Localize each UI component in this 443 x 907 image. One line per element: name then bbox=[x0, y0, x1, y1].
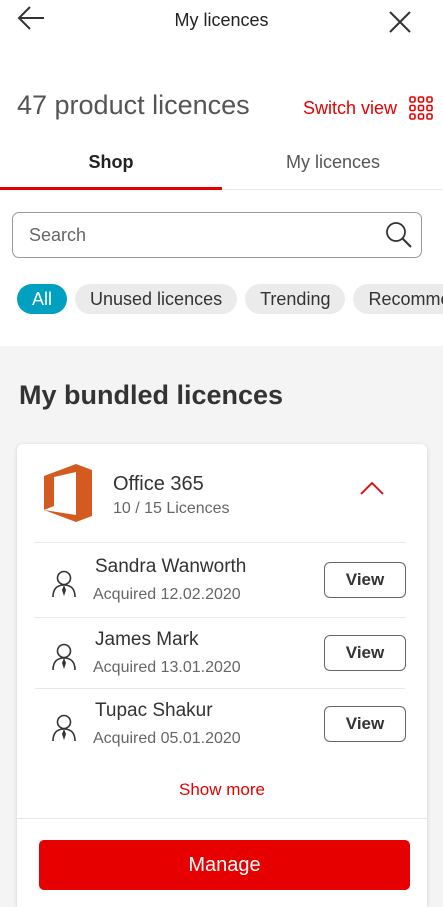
office-logo-icon bbox=[44, 464, 92, 522]
page-title: My licences bbox=[174, 10, 269, 30]
view-button[interactable]: View bbox=[324, 562, 406, 598]
filter-chip-unused-licences[interactable]: Unused licences bbox=[75, 284, 238, 314]
view-button[interactable]: View bbox=[324, 635, 406, 671]
list-item: James Mark Acquired 13.01.2020 View bbox=[17, 617, 427, 689]
filter-chips: AllUnused licencesTrendingRecommended bbox=[17, 284, 443, 314]
list-item: Sandra Wanworth Acquired 12.02.2020 View bbox=[17, 544, 427, 616]
product-name: Office 365 bbox=[113, 473, 204, 495]
show-more-link[interactable]: Show more bbox=[17, 780, 427, 800]
tab-my-licences[interactable]: My licences bbox=[222, 140, 443, 190]
acquired-date: Acquired 12.02.2020 bbox=[93, 586, 241, 603]
divider bbox=[35, 542, 405, 543]
user-name: Sandra Wanworth bbox=[95, 556, 247, 577]
search-icon[interactable] bbox=[385, 221, 413, 249]
acquired-date: Acquired 13.01.2020 bbox=[93, 659, 241, 676]
tab-bar: Shop My licences bbox=[0, 140, 443, 190]
tab-shop[interactable]: Shop bbox=[0, 140, 222, 190]
search-input[interactable] bbox=[29, 222, 369, 248]
switch-view-label: Switch view bbox=[303, 97, 398, 118]
manage-button[interactable]: Manage bbox=[39, 840, 410, 890]
licence-count: 47 product licences bbox=[17, 90, 250, 120]
user-name: Tupac Shakur bbox=[95, 700, 213, 721]
header-bar: My licences bbox=[0, 0, 443, 44]
divider bbox=[17, 818, 427, 819]
filter-chip-all[interactable]: All bbox=[17, 284, 68, 314]
acquired-date: Acquired 05.01.2020 bbox=[93, 730, 241, 747]
chevron-up-icon[interactable] bbox=[357, 474, 387, 500]
product-licence-count: 10 / 15 Licences bbox=[113, 500, 230, 517]
user-icon bbox=[52, 570, 76, 598]
top-panel: My licences 47 product licences Switch v… bbox=[0, 0, 443, 346]
search-box bbox=[12, 212, 422, 258]
close-icon[interactable] bbox=[384, 6, 416, 38]
filter-chip-recommended[interactable]: Recommended bbox=[353, 284, 443, 314]
user-icon bbox=[52, 714, 76, 742]
user-name: James Mark bbox=[95, 629, 199, 650]
user-icon bbox=[52, 643, 76, 671]
product-card: Office 365 10 / 15 Licences Sandra Wanwo… bbox=[17, 444, 427, 907]
switch-view-button[interactable]: Switch view bbox=[303, 96, 433, 120]
grid-icon bbox=[409, 96, 433, 120]
section-title: My bundled licences bbox=[19, 380, 284, 410]
view-button[interactable]: View bbox=[324, 706, 406, 742]
list-item: Tupac Shakur Acquired 05.01.2020 View bbox=[17, 688, 427, 760]
filter-chip-trending[interactable]: Trending bbox=[245, 284, 346, 314]
